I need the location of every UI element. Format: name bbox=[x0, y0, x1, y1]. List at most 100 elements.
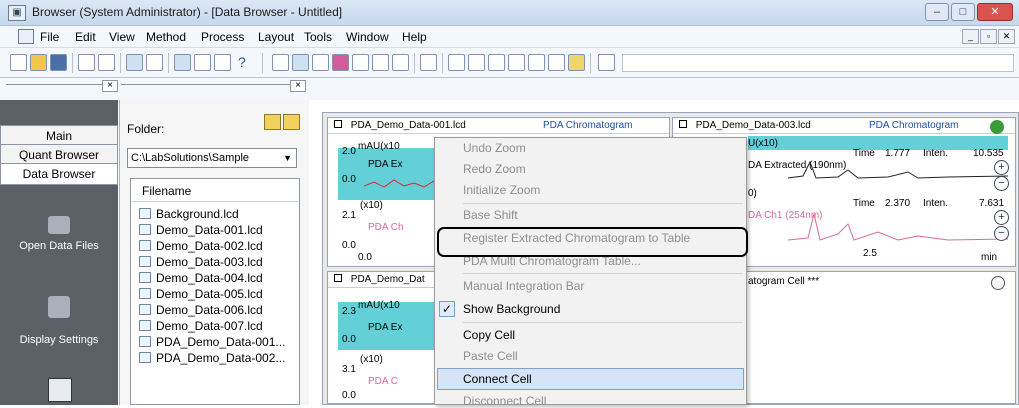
x-axis-unit: min bbox=[981, 252, 998, 263]
minimize-button[interactable]: – bbox=[925, 3, 949, 21]
file-row[interactable]: PDA_Demo_Data-001... bbox=[139, 335, 285, 349]
peak-icon[interactable] bbox=[392, 54, 409, 71]
layout-icon[interactable] bbox=[126, 54, 143, 71]
folder-browse-icon[interactable] bbox=[283, 114, 300, 130]
remove-peak-icon[interactable] bbox=[488, 54, 505, 71]
peak-marker-icon[interactable] bbox=[508, 54, 525, 71]
pda-icon[interactable] bbox=[292, 54, 309, 71]
file-row[interactable]: Demo_Data-006.lcd bbox=[139, 303, 263, 317]
cell-header: PDA_Demo_Data-003.lcd PDA Chromatogram bbox=[673, 118, 1015, 134]
menu-item-copy-cell[interactable]: Copy Cell bbox=[463, 328, 515, 342]
align-icon[interactable] bbox=[448, 54, 465, 71]
settings-icon[interactable] bbox=[48, 378, 72, 402]
folder-up-icon[interactable] bbox=[264, 114, 281, 130]
menu-window[interactable]: Window bbox=[346, 30, 389, 44]
new-icon[interactable] bbox=[10, 54, 27, 71]
mdi-close-button[interactable]: ✕ bbox=[998, 29, 1015, 44]
cell-collapse-icon[interactable] bbox=[334, 120, 342, 128]
menu-layout[interactable]: Layout bbox=[258, 30, 294, 44]
spectrum-icon[interactable] bbox=[352, 54, 369, 71]
pin-icon[interactable] bbox=[991, 276, 1005, 290]
menu-item-initialize-zoom[interactable]: Initialize Zoom bbox=[463, 183, 540, 197]
display-settings-icon[interactable] bbox=[48, 296, 70, 318]
menu-process[interactable]: Process bbox=[201, 30, 244, 44]
open-data-files-icon[interactable] bbox=[48, 216, 70, 234]
file-row[interactable]: Background.lcd bbox=[139, 207, 239, 221]
trace-label: PDA Ex bbox=[368, 322, 403, 333]
help-icon[interactable]: ? bbox=[238, 54, 246, 70]
file-icon bbox=[139, 224, 151, 235]
left-dock-close-icon[interactable]: × bbox=[102, 80, 118, 92]
folder-dock-close-icon[interactable]: × bbox=[290, 80, 306, 92]
save-icon[interactable] bbox=[50, 54, 67, 71]
chart-highlight bbox=[748, 136, 1008, 150]
zoom-out-icon[interactable]: − bbox=[994, 176, 1009, 191]
folder-path-select[interactable]: C:\LabSolutions\Sample ▼ bbox=[127, 148, 297, 168]
menu-file[interactable]: File bbox=[40, 30, 59, 44]
menu-edit[interactable]: Edit bbox=[75, 30, 96, 44]
app-icon: ▣ bbox=[8, 5, 26, 21]
checkmark-icon: ✓ bbox=[439, 301, 455, 317]
assistant-bar: Main Quant Browser Data Browser Open Dat… bbox=[0, 100, 118, 405]
list-icon[interactable] bbox=[468, 54, 485, 71]
close-button[interactable]: ✕ bbox=[977, 3, 1013, 21]
zoom-in-icon[interactable]: + bbox=[994, 210, 1009, 225]
y-axis-unit: mAU(x10 bbox=[358, 141, 400, 152]
chart-icon[interactable] bbox=[214, 54, 231, 71]
file-row[interactable]: Demo_Data-003.lcd bbox=[139, 255, 263, 269]
file-row[interactable]: Demo_Data-002.lcd bbox=[139, 239, 263, 253]
menu-method[interactable]: Method bbox=[146, 30, 186, 44]
chromatogram-icon[interactable] bbox=[272, 54, 289, 71]
menu-item-disconnect-cell[interactable]: Disconnect Cell bbox=[463, 394, 546, 408]
print-preview-icon[interactable] bbox=[98, 54, 115, 71]
menu-help[interactable]: Help bbox=[402, 30, 427, 44]
table-icon[interactable] bbox=[194, 54, 211, 71]
toolbar-separator bbox=[120, 53, 121, 73]
maximize-button[interactable]: □ bbox=[951, 3, 975, 21]
column-header-filename[interactable]: Filename bbox=[132, 180, 298, 202]
pda-contour-icon[interactable] bbox=[312, 54, 329, 71]
display-settings-label[interactable]: Display Settings bbox=[0, 334, 118, 346]
file-row[interactable]: Demo_Data-007.lcd bbox=[139, 319, 263, 333]
open-folder-icon[interactable] bbox=[30, 54, 47, 71]
pda-table-icon[interactable] bbox=[372, 54, 389, 71]
window-title: Browser (System Administrator) - [Data B… bbox=[32, 5, 343, 19]
grid-icon[interactable] bbox=[146, 54, 163, 71]
cell-collapse-icon[interactable] bbox=[679, 120, 687, 128]
menu-item-show-background[interactable]: Show Background bbox=[463, 302, 560, 316]
toolbar-separator bbox=[590, 53, 591, 73]
integration-icon[interactable] bbox=[420, 54, 437, 71]
file-row[interactable]: PDA_Demo_Data-002... bbox=[139, 351, 285, 365]
file-icon bbox=[139, 304, 151, 315]
menu-item-base-shift[interactable]: Base Shift bbox=[463, 208, 518, 222]
cell-filename: PDA_Demo_Dat bbox=[350, 274, 425, 285]
menu-item-undo-zoom[interactable]: Undo Zoom bbox=[463, 141, 526, 155]
menu-item-redo-zoom[interactable]: Redo Zoom bbox=[463, 162, 526, 176]
highlight-icon[interactable] bbox=[568, 54, 585, 71]
mdi-restore-button[interactable]: ▫ bbox=[980, 29, 997, 44]
menu-item-paste-cell[interactable]: Paste Cell bbox=[463, 349, 518, 363]
file-row[interactable]: Demo_Data-004.lcd bbox=[139, 271, 263, 285]
toolbar-input[interactable] bbox=[622, 54, 1014, 72]
resize-icon[interactable] bbox=[548, 54, 565, 71]
file-row[interactable]: Demo_Data-001.lcd bbox=[139, 223, 263, 237]
menu-tools[interactable]: Tools bbox=[304, 30, 332, 44]
zoom-out-icon[interactable]: − bbox=[994, 226, 1009, 241]
pin-icon[interactable] bbox=[598, 54, 615, 71]
mdi-minimize-button[interactable]: _ bbox=[962, 29, 979, 44]
pin-green-icon[interactable] bbox=[990, 120, 1004, 134]
tab-data-browser[interactable]: Data Browser bbox=[0, 163, 118, 185]
menu-bar: File Edit View Method Process Layout Too… bbox=[0, 26, 1019, 48]
panel-icon[interactable] bbox=[174, 54, 191, 71]
cell-collapse-icon[interactable] bbox=[334, 274, 342, 282]
menu-view[interactable]: View bbox=[109, 30, 135, 44]
zoom-in-icon[interactable]: + bbox=[994, 160, 1009, 175]
menu-item-connect-cell[interactable]: Connect Cell bbox=[463, 372, 532, 386]
baseline-icon[interactable] bbox=[528, 54, 545, 71]
print-icon[interactable] bbox=[78, 54, 95, 71]
menu-item-manual-integration-bar[interactable]: Manual Integration Bar bbox=[463, 279, 584, 293]
open-data-files-label[interactable]: Open Data Files bbox=[0, 240, 118, 252]
connect-cell-callout bbox=[437, 227, 748, 257]
color-map-icon[interactable] bbox=[332, 54, 349, 71]
file-row[interactable]: Demo_Data-005.lcd bbox=[139, 287, 263, 301]
